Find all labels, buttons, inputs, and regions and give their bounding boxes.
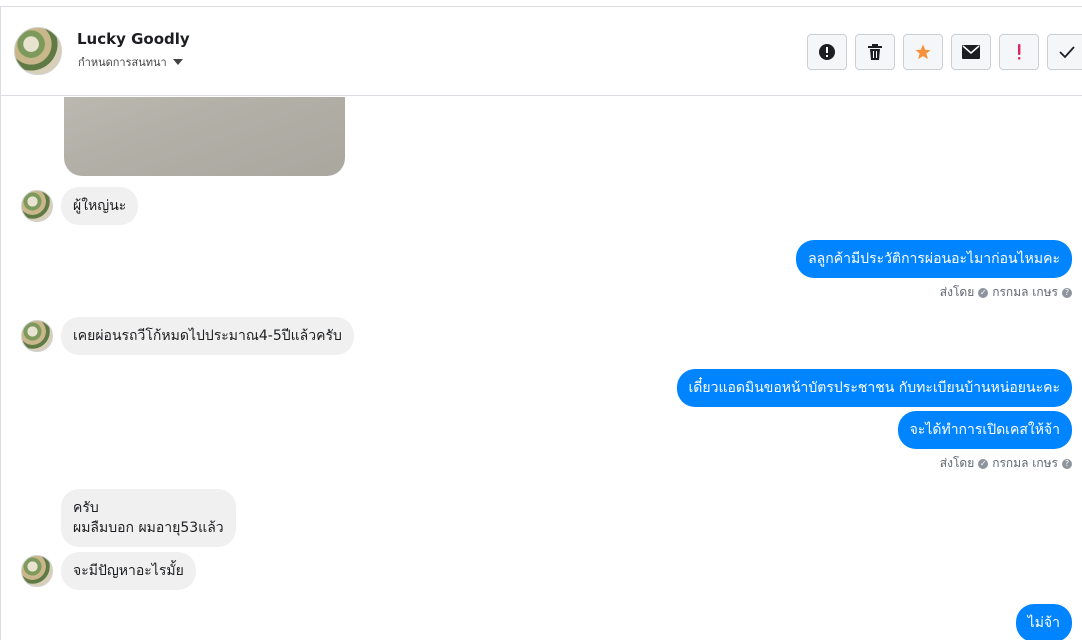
checkmark-icon bbox=[1059, 46, 1075, 59]
caret-down-icon bbox=[172, 59, 183, 65]
important-button[interactable] bbox=[999, 34, 1039, 70]
agent-icon: ✓ bbox=[978, 287, 989, 298]
trash-icon bbox=[868, 44, 882, 60]
message-bubble[interactable]: ครับ ผมลืมบอก ผมอายุ53แล้ว bbox=[61, 489, 236, 547]
sent-by-label: ส่งโดย ✓ กรกมล เกษร ? bbox=[940, 283, 1072, 302]
alert-circle-icon bbox=[819, 44, 835, 60]
sender-avatar bbox=[21, 320, 53, 352]
incoming-message: จะมีปัญหาอะไรมั้ย bbox=[21, 552, 196, 590]
contact-avatar[interactable] bbox=[14, 27, 62, 75]
outgoing-message-bubble[interactable]: เดี๋ยวแอดมินขอหน้าบัตรประชาชน กับทะเบียน… bbox=[676, 369, 1072, 407]
spam-button[interactable] bbox=[807, 34, 847, 70]
conversation-panel: Lucky Goodly กำหนดการสนทนา ผู้ใหญ่นะ ลลู… bbox=[0, 6, 1082, 640]
conversation-toolbar bbox=[807, 34, 1082, 70]
assign-conversation-dropdown[interactable]: กำหนดการสนทนา bbox=[78, 53, 183, 71]
message-line: ครับ bbox=[73, 500, 99, 516]
mark-unread-button[interactable] bbox=[951, 34, 991, 70]
contact-name[interactable]: Lucky Goodly bbox=[77, 30, 190, 48]
exclamation-icon bbox=[1018, 44, 1021, 60]
sent-by-prefix: ส่งโดย bbox=[939, 285, 975, 299]
message-bubble[interactable]: เคยผ่อนรถวีโก้หมดไปประมาณ4-5ปีแล้วครับ bbox=[61, 317, 354, 355]
help-icon[interactable]: ? bbox=[1062, 458, 1072, 469]
sent-by-agent[interactable]: กรกมล เกษร bbox=[992, 283, 1058, 302]
help-icon[interactable]: ? bbox=[1062, 287, 1072, 298]
conversation-header: Lucky Goodly กำหนดการสนทนา bbox=[1, 7, 1082, 96]
sent-by-agent[interactable]: กรกมล เกษร bbox=[992, 454, 1058, 473]
message-list: ผู้ใหญ่นะ ลลูกค้ามีประวัติการผ่อนอะไมาก่… bbox=[1, 97, 1082, 640]
outgoing-message-bubble[interactable]: จะได้ทำการเปิดเคสให้จ้า bbox=[897, 411, 1072, 449]
shared-photo[interactable] bbox=[64, 97, 345, 176]
incoming-message: ผู้ใหญ่นะ bbox=[21, 187, 139, 225]
message-bubble[interactable]: ผู้ใหญ่นะ bbox=[61, 187, 139, 225]
star-icon bbox=[915, 44, 931, 60]
outgoing-message-bubble[interactable]: ไม่จ้า bbox=[1015, 604, 1072, 640]
message-bubble[interactable]: จะมีปัญหาอะไรมั้ย bbox=[61, 552, 196, 590]
agent-icon: ✓ bbox=[978, 458, 989, 469]
done-button[interactable] bbox=[1047, 34, 1082, 70]
message-line: ผมลืมบอก ผมอายุ53แล้ว bbox=[73, 520, 224, 536]
sent-by-prefix: ส่งโดย bbox=[939, 456, 975, 470]
sent-by-label: ส่งโดย ✓ กรกมล เกษร ? bbox=[940, 454, 1072, 473]
outgoing-message-bubble[interactable]: ลลูกค้ามีประวัติการผ่อนอะไมาก่อนไหมคะ bbox=[796, 240, 1072, 278]
incoming-message: ครับ ผมลืมบอก ผมอายุ53แล้ว bbox=[61, 489, 236, 547]
assign-conversation-label: กำหนดการสนทนา bbox=[78, 56, 167, 69]
envelope-icon bbox=[962, 45, 980, 59]
sender-avatar bbox=[21, 190, 53, 222]
incoming-message: เคยผ่อนรถวีโก้หมดไปประมาณ4-5ปีแล้วครับ bbox=[21, 317, 354, 355]
delete-button[interactable] bbox=[855, 34, 895, 70]
sender-avatar bbox=[21, 555, 53, 587]
star-button[interactable] bbox=[903, 34, 943, 70]
